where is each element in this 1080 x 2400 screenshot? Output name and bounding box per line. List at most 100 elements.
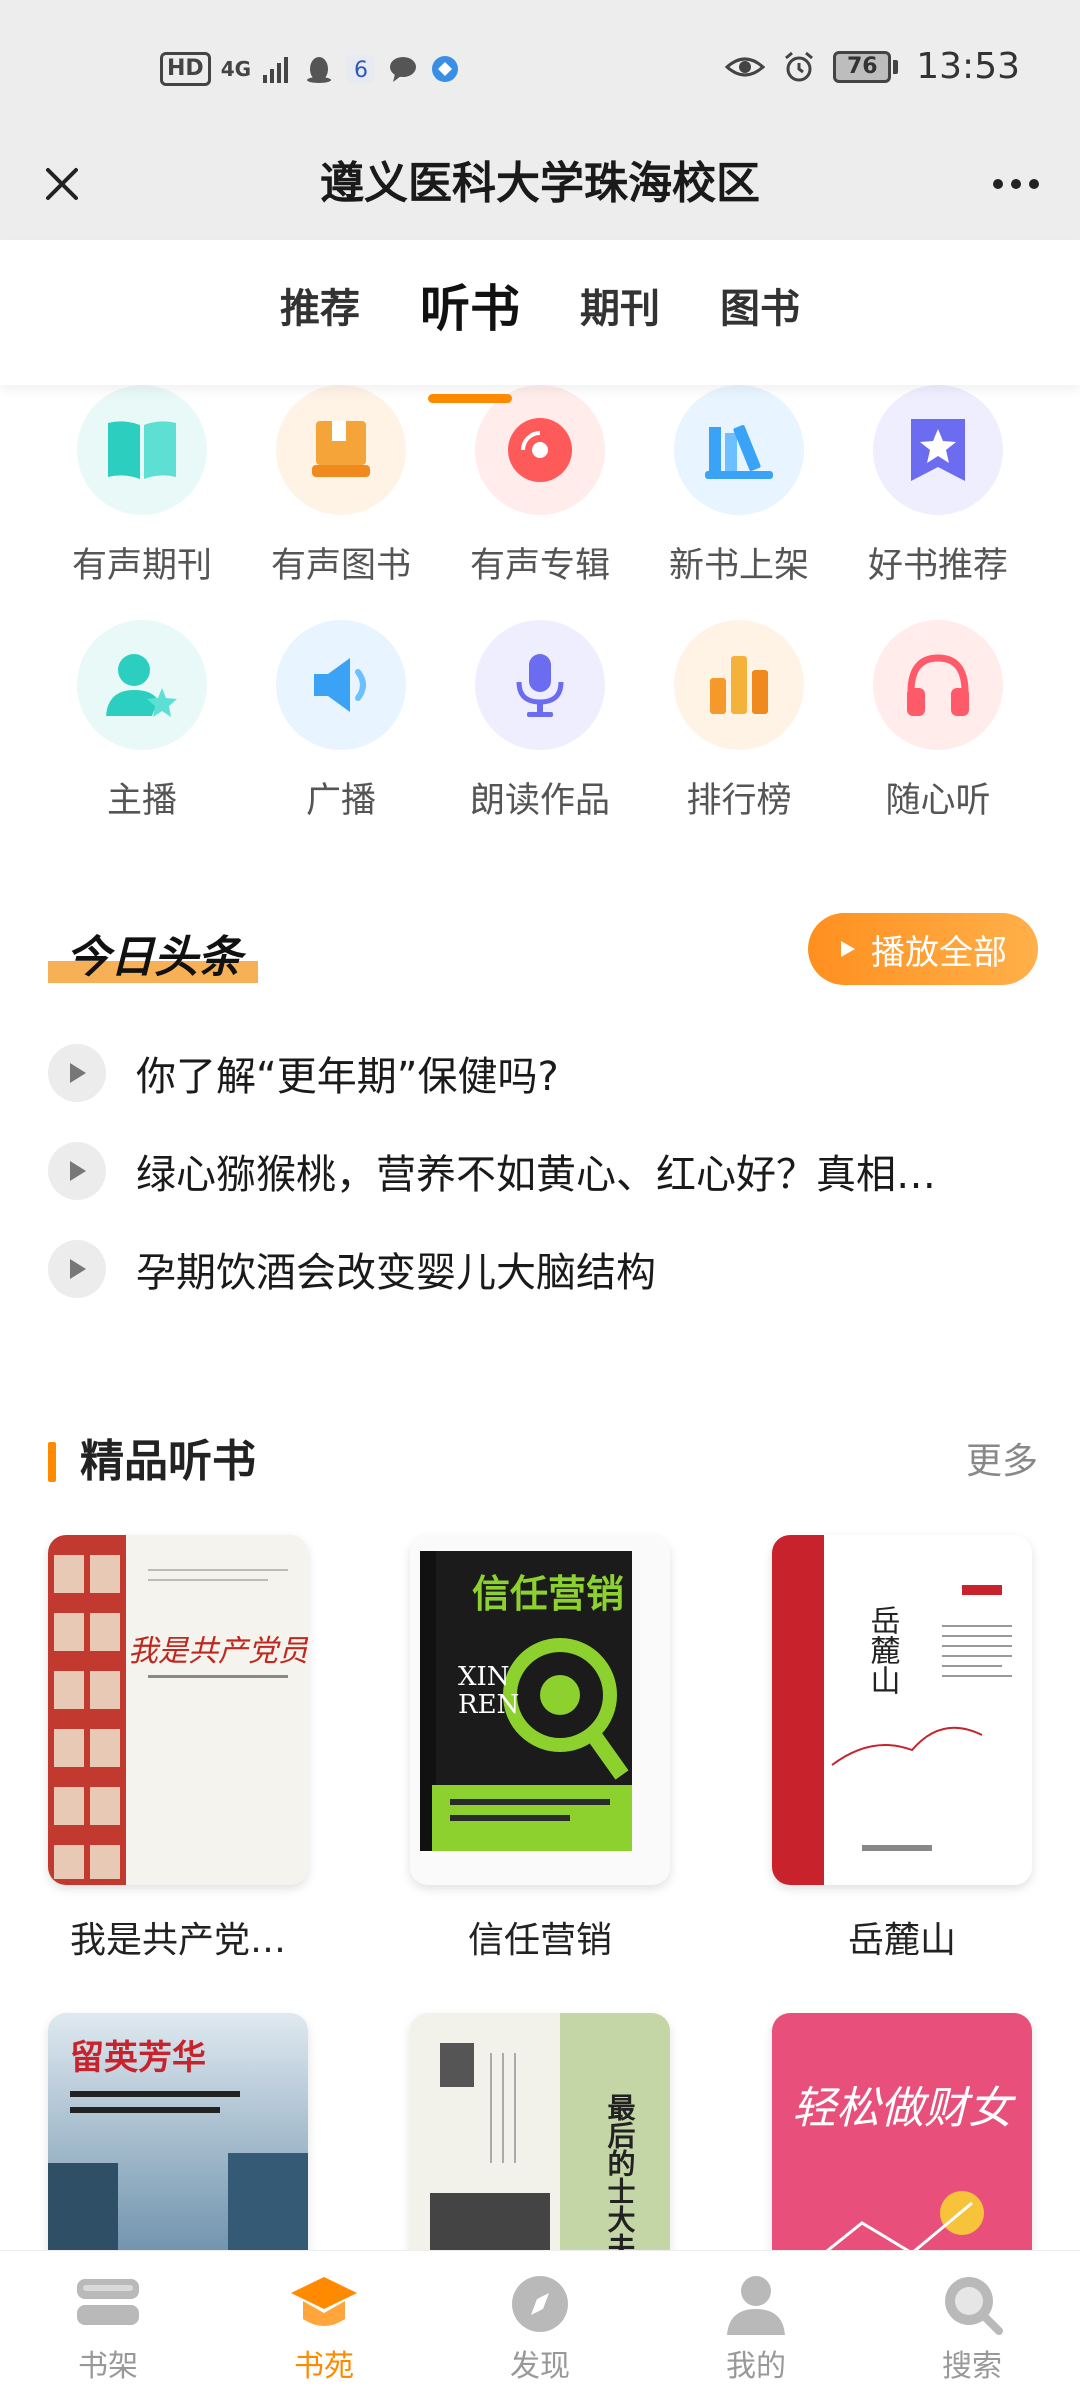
category-rankings[interactable]: 排行榜 bbox=[639, 620, 839, 823]
top-bar: HD 4G 6 76 13:53 遵义医科大学珠海校区 bbox=[0, 0, 1080, 240]
category-free-listen[interactable]: 随心听 bbox=[838, 620, 1038, 823]
tab-recommend[interactable]: 推荐 bbox=[280, 282, 360, 385]
microphone-icon bbox=[516, 654, 564, 717]
book-stack-icon bbox=[312, 421, 370, 477]
nav-label: 发现 bbox=[510, 2349, 570, 2384]
category-label: 有声专辑 bbox=[469, 546, 610, 586]
nav-discover[interactable]: 发现 bbox=[432, 2251, 648, 2400]
tab-books[interactable]: 图书 bbox=[720, 282, 800, 385]
qq-icon bbox=[307, 57, 332, 83]
category-icon-bg bbox=[475, 385, 605, 515]
nav-academy[interactable]: 书苑 bbox=[216, 2251, 432, 2400]
category-icon-bg bbox=[873, 385, 1003, 515]
category-icon-bg bbox=[475, 620, 605, 750]
category-hosts[interactable]: 主播 bbox=[42, 620, 242, 823]
message-icon bbox=[390, 57, 417, 82]
headlines-header: 今日头条 播放全部 bbox=[48, 905, 1038, 995]
disc-icon bbox=[508, 418, 572, 482]
play-icon bbox=[70, 1259, 86, 1279]
category-icon-bg bbox=[674, 385, 804, 515]
nav-label: 书架 bbox=[78, 2349, 138, 2384]
category-audio-albums[interactable]: 有声专辑 bbox=[440, 385, 640, 588]
category-readings[interactable]: 朗读作品 bbox=[440, 620, 640, 823]
book-title: 我是共产党… bbox=[69, 1920, 286, 1961]
play-icon bbox=[70, 1063, 86, 1083]
category-label: 随心听 bbox=[885, 781, 991, 821]
headline-item[interactable]: 孕期饮酒会改变婴儿大脑结构 bbox=[48, 1234, 1038, 1304]
featured-title: 精品听书 bbox=[80, 1436, 256, 1487]
play-button[interactable] bbox=[48, 1044, 106, 1102]
status-left: HD 4G 6 bbox=[160, 52, 461, 86]
book-cover: 我是共产党员 bbox=[48, 1535, 308, 1885]
content-tabs: 推荐 听书 期刊 图书 bbox=[0, 240, 1080, 403]
book-cover-title: 最后的士大夫 bbox=[604, 2093, 637, 2261]
nav-profile[interactable]: 我的 bbox=[648, 2251, 864, 2400]
bookshelf-icon bbox=[77, 2279, 139, 2325]
play-all-button[interactable]: 播放全部 bbox=[808, 913, 1038, 985]
category-icon-bg bbox=[276, 620, 406, 750]
book-open-icon bbox=[108, 421, 176, 479]
book-cover-title: 信任营销 bbox=[472, 1572, 624, 1616]
section-accent-bar bbox=[48, 1442, 56, 1482]
search-icon bbox=[945, 2277, 1003, 2335]
headline-text: 你了解“更年期”保健吗? bbox=[136, 1054, 559, 1100]
category-new-arrivals[interactable]: 新书上架 bbox=[639, 385, 839, 588]
battery-indicator: 76 bbox=[833, 50, 899, 83]
headphones-icon bbox=[907, 654, 969, 716]
featured-header: 精品听书 更多 bbox=[48, 1430, 1038, 1494]
play-all-label: 播放全部 bbox=[871, 932, 1007, 973]
category-radio[interactable]: 广播 bbox=[241, 620, 441, 823]
headline-text: 孕期饮酒会改变婴儿大脑结构 bbox=[136, 1250, 656, 1296]
book-cover: 岳麓山 bbox=[772, 1535, 1032, 1885]
more-link[interactable]: 更多 bbox=[966, 1430, 1038, 1494]
page-title: 遵义医科大学珠海校区 bbox=[320, 158, 760, 209]
category-icon-bg bbox=[77, 385, 207, 515]
status-bar: HD 4G 6 76 13:53 bbox=[0, 0, 1080, 130]
category-recommended-books[interactable]: 好书推荐 bbox=[838, 385, 1038, 588]
battery-tip bbox=[893, 59, 899, 74]
headline-item[interactable]: 绿心猕猴桃，营养不如黄心、红心好？真相… bbox=[48, 1136, 1038, 1206]
bar-chart-icon bbox=[710, 656, 768, 714]
category-audio-journals[interactable]: 有声期刊 bbox=[42, 385, 242, 588]
bottom-navigation: 书架 书苑 发现 我的 搜索 bbox=[0, 2250, 1080, 2400]
category-label: 有声期刊 bbox=[71, 546, 212, 586]
nav-bookshelf[interactable]: 书架 bbox=[0, 2251, 216, 2400]
eye-icon bbox=[725, 57, 766, 76]
book-cover-title: 我是共产党员 bbox=[128, 1634, 308, 1669]
network-type: 4G bbox=[220, 57, 252, 81]
category-icon-bg bbox=[674, 620, 804, 750]
tab-audiobooks[interactable]: 听书 bbox=[420, 282, 520, 403]
battery-level: 76 bbox=[833, 50, 892, 83]
play-button[interactable] bbox=[48, 1142, 106, 1200]
book-card[interactable]: 岳麓山 岳麓山 bbox=[772, 1535, 1032, 1963]
category-icon-bg bbox=[77, 620, 207, 750]
book-card[interactable]: 信任营销 XIN REN 信任营销 bbox=[410, 1535, 670, 1963]
book-card[interactable]: 我是共产党员 我是共产党… bbox=[48, 1535, 308, 1963]
book-cover-title: 留英芳华 bbox=[70, 2038, 206, 2078]
play-button[interactable] bbox=[48, 1240, 106, 1298]
headline-item[interactable]: 你了解“更年期”保健吗? bbox=[48, 1038, 1038, 1108]
nav-label: 书苑 bbox=[294, 2349, 354, 2384]
status-right: 76 13:53 bbox=[725, 46, 1020, 87]
svg-text:XIN: XIN bbox=[458, 1662, 510, 1692]
category-label: 好书推荐 bbox=[867, 546, 1008, 586]
svg-text:6: 6 bbox=[354, 58, 368, 83]
category-label: 朗读作品 bbox=[469, 781, 610, 821]
category-audio-books[interactable]: 有声图书 bbox=[241, 385, 441, 588]
play-icon bbox=[841, 941, 855, 957]
host-icon bbox=[106, 654, 177, 717]
compass-icon bbox=[512, 2276, 568, 2332]
nav-search[interactable]: 搜索 bbox=[864, 2251, 1080, 2400]
star-bookmark-icon bbox=[911, 419, 965, 481]
category-label: 有声图书 bbox=[270, 546, 411, 586]
tab-journals[interactable]: 期刊 bbox=[580, 282, 660, 385]
nav-label: 搜索 bbox=[942, 2349, 1002, 2384]
category-icon-bg bbox=[276, 385, 406, 515]
app-notification-icon: 6 bbox=[347, 55, 376, 83]
category-label: 广播 bbox=[305, 781, 376, 821]
graduation-cap-icon bbox=[291, 2277, 357, 2326]
browser-icon bbox=[432, 56, 459, 82]
more-options-icon[interactable] bbox=[982, 150, 1050, 218]
user-icon bbox=[727, 2276, 785, 2335]
nav-label: 我的 bbox=[726, 2349, 786, 2384]
